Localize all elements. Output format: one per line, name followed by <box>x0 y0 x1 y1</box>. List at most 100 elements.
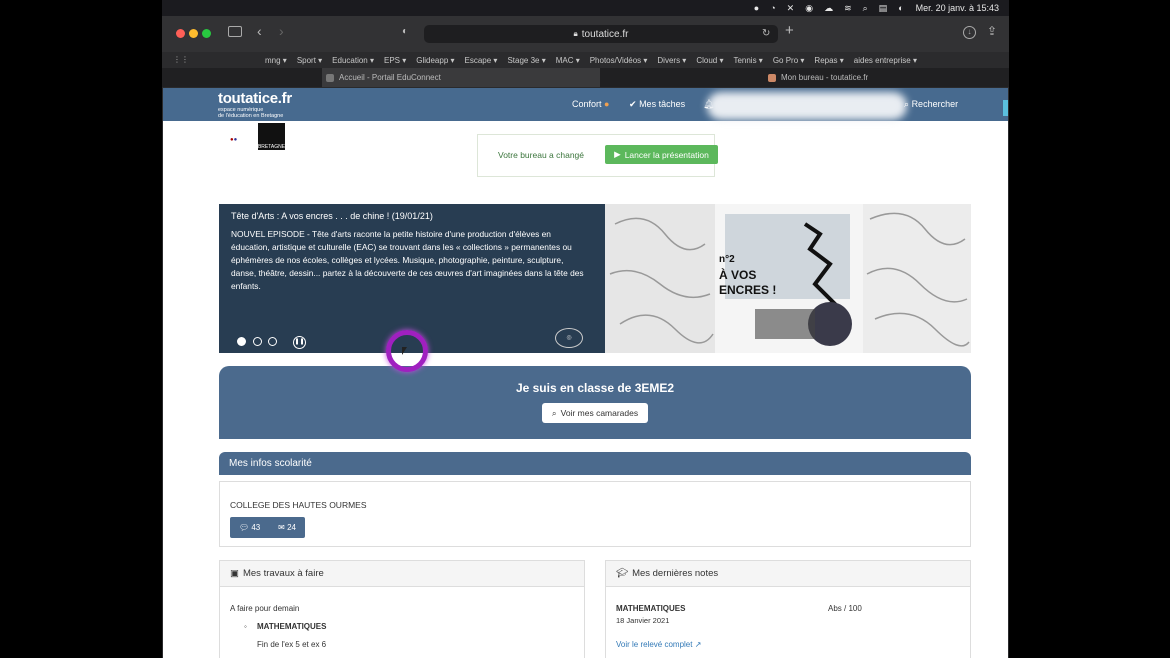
bullet-icon: ◦ <box>244 622 247 631</box>
bookmark-folder[interactable]: mng ▾ <box>265 56 287 65</box>
region-logo-text: BRETAGNE <box>257 144 286 150</box>
homework-task: Fin de l'ex 5 et ex 6 <box>257 640 327 649</box>
zoom-window-button[interactable] <box>202 29 211 38</box>
homework-card-header: ▣ Mes travaux à faire <box>220 561 584 587</box>
back-icon[interactable]: ‹ <box>257 23 262 39</box>
lock-icon: 🔒︎ <box>573 29 578 38</box>
search-icon[interactable]: ⌕ <box>863 3 868 14</box>
messages-count: 43 <box>251 523 261 532</box>
messages-counter[interactable]: 💬︎ 43 <box>239 523 260 532</box>
app-icon[interactable]: ✕ <box>787 3 795 14</box>
launch-presentation-label: Lancer la présentation <box>624 149 709 160</box>
pause-icon[interactable]: ❚❚ <box>293 336 306 349</box>
side-tab[interactable] <box>1003 100 1008 116</box>
record-icon[interactable]: ● <box>754 3 759 13</box>
tab-mon-bureau[interactable]: Mon bureau - toutatice.fr <box>762 68 1009 87</box>
carousel-dot-1[interactable] <box>237 337 246 346</box>
forward-icon[interactable]: › <box>279 23 284 39</box>
logo-title: toutatice.fr <box>218 90 292 107</box>
browser-toolbar: ‹ › ◐ 🔒︎ toutatice.fr ↻ + ↓ ⇪ <box>162 16 1009 52</box>
bookmark-folder[interactable]: Sport ▾ <box>297 56 322 65</box>
nav-search[interactable]: ⌕ Rechercher <box>904 99 958 110</box>
counters-badge[interactable]: 💬︎ 43 ✉ 24 <box>230 517 305 538</box>
envelope-icon: ✉ <box>278 523 285 532</box>
homework-title: Mes travaux à faire <box>242 568 324 579</box>
carousel-title[interactable]: Tête d'Arts : A vos encres . . . de chin… <box>231 211 433 221</box>
nav-taches-label: Mes tâches <box>639 99 686 109</box>
share-icon[interactable]: ⇪ <box>987 24 997 38</box>
search-icon: ⌕ <box>904 99 910 109</box>
cloud-icon[interactable]: ☁ <box>824 3 833 14</box>
grades-title: Mes dernières notes <box>632 568 719 579</box>
bookmark-folder[interactable]: Stage 3e ▾ <box>507 56 545 65</box>
launch-presentation-button[interactable]: ▶ Lancer la présentation <box>605 145 718 164</box>
control-center-icon[interactable]: ▤ <box>879 3 888 14</box>
bookmark-folder[interactable]: Tennis ▾ <box>733 56 762 65</box>
bookmark-folder[interactable]: Repas ▾ <box>814 56 843 65</box>
grade-date: 18 Janvier 2021 <box>616 616 670 625</box>
view-classmates-button[interactable]: ⌕ Voir mes camarades <box>542 403 648 423</box>
infos-panel-header[interactable]: Mes infos scolarité <box>219 452 971 475</box>
carousel-dot-3[interactable] <box>268 337 277 346</box>
grade-score: Abs / 100 <box>828 604 862 613</box>
wifi-icon[interactable]: ≋ <box>844 3 852 14</box>
web-page: toutatice.fr espace numérique de l'éduca… <box>163 88 1008 658</box>
mails-count: 24 <box>287 523 297 532</box>
carousel-text: NOUVEL EPISODE - Tête d'arts raconte la … <box>231 229 584 291</box>
sidebar-icon[interactable] <box>228 26 242 37</box>
bookmark-folder[interactable]: Go Pro ▾ <box>773 56 805 65</box>
siri-icon[interactable]: ◐ <box>898 3 903 13</box>
tab-label: Mon bureau - toutatice.fr <box>781 73 869 82</box>
tab-educonnect[interactable]: Accueil - Portail EduConnect <box>322 68 600 87</box>
carousel-image[interactable]: n°2 À VOS ENCRES ! <box>605 204 971 353</box>
educonnect-favicon-icon <box>326 73 334 82</box>
macos-menubar: ● ◔ ✕ ◉ ☁ ≋ ⌕ ▤ ◐ Mer. 20 janv. à 15:43 <box>162 0 1009 16</box>
grid-icon[interactable]: ⋮⋮ <box>173 55 189 64</box>
grade-subject: MATHEMATIQUES <box>616 604 686 613</box>
news-carousel[interactable]: Tête d'Arts : A vos encres . . . de chin… <box>219 204 971 353</box>
url-text: toutatice.fr <box>581 28 629 40</box>
bookmark-folder[interactable]: Divers ▾ <box>657 56 686 65</box>
bookmark-folder[interactable]: Education ▾ <box>332 56 374 65</box>
homework-subject[interactable]: MATHEMATIQUES <box>257 622 326 631</box>
menubar-clock[interactable]: Mer. 20 janv. à 15:43 <box>916 3 999 13</box>
bookmark-folder[interactable]: Escape ▾ <box>465 56 498 65</box>
toutatice-favicon-icon <box>768 73 776 82</box>
graduation-cap-icon: 🎓︎ <box>616 568 629 579</box>
nav-search-label: Rechercher <box>911 99 959 109</box>
bookmark-folder[interactable]: aides entreprise ▾ <box>854 56 917 65</box>
eye-icon[interactable]: ◉ <box>805 3 813 14</box>
new-tab-icon[interactable]: + <box>785 22 794 39</box>
collection-logo-icon: ◎ <box>555 328 583 348</box>
homework-due: A faire pour demain <box>230 604 300 613</box>
logo-subtitle: de l'éducation en Bretagne <box>218 113 284 119</box>
bookmark-folder[interactable]: EPS ▾ <box>384 56 406 65</box>
tab-label: Accueil - Portail EduConnect <box>339 73 441 82</box>
infos-title: Mes infos scolarité <box>229 458 312 469</box>
minimize-window-button[interactable] <box>189 29 198 38</box>
shield-icon[interactable]: ◐ <box>402 26 408 37</box>
nav-confort[interactable]: Confort ● <box>572 99 609 109</box>
timer-icon[interactable]: ◔ <box>770 3 775 13</box>
svg-text:À VOS: À VOS <box>719 267 756 282</box>
bookmark-folder[interactable]: Glideapp ▾ <box>416 56 454 65</box>
bookmark-folder[interactable]: Cloud ▾ <box>696 56 723 65</box>
confort-dot-icon: ● <box>604 99 610 109</box>
downloads-icon[interactable]: ↓ <box>963 26 976 39</box>
carousel-dot-2[interactable] <box>253 337 262 346</box>
nav-mes-taches[interactable]: ✔ Mes tâches <box>629 99 685 110</box>
address-bar[interactable]: 🔒︎ toutatice.fr <box>424 25 778 43</box>
partner-dots-icon: ●● <box>230 137 238 143</box>
class-title: Je suis en classe de 3EME2 <box>515 381 675 395</box>
full-report-link[interactable]: Voir le relevé complet ↗ <box>616 640 701 649</box>
svg-text:n°2: n°2 <box>719 254 735 265</box>
bookmark-folder[interactable]: Photos/Vidéos ▾ <box>590 56 648 65</box>
site-logo[interactable]: toutatice.fr espace numérique de l'éduca… <box>218 90 292 119</box>
bookmark-folder[interactable]: MAC ▾ <box>556 56 580 65</box>
comments-icon: 💬︎ <box>238 523 250 532</box>
calendar-icon: ▣ <box>230 568 239 579</box>
close-window-button[interactable] <box>176 29 185 38</box>
mouse-pointer-icon <box>402 347 407 355</box>
mails-counter[interactable]: ✉ 24 <box>278 523 296 532</box>
reload-icon[interactable]: ↻ <box>762 28 770 39</box>
